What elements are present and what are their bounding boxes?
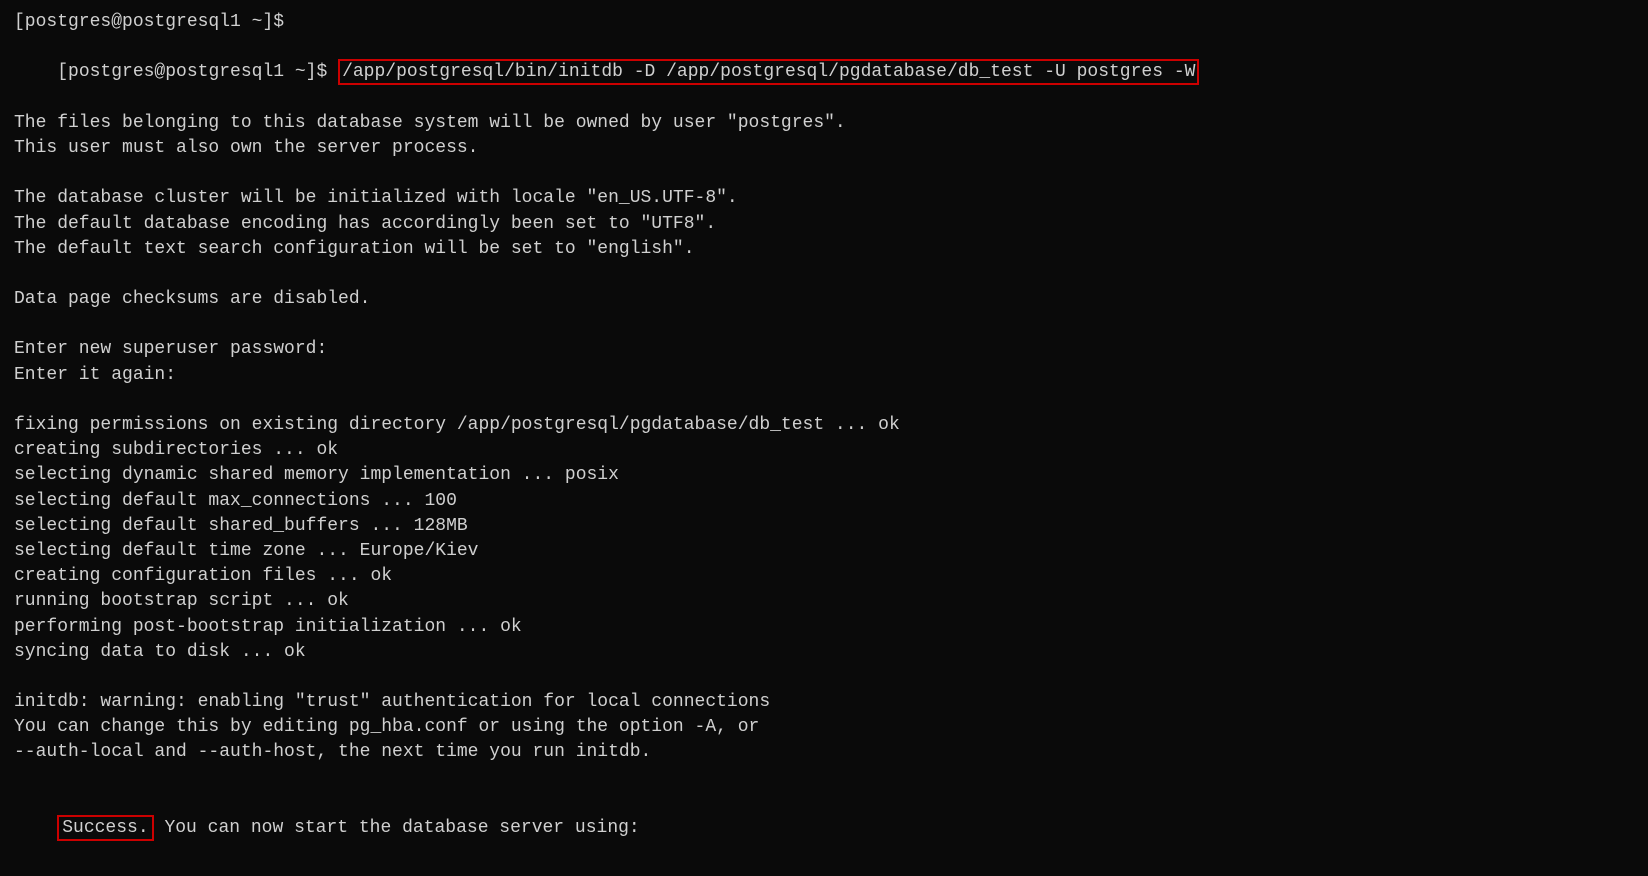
terminal-line-8: The default text search configuration wi…: [14, 237, 1634, 262]
terminal-line-26: initdb: warning: enabling "trust" authen…: [14, 690, 1634, 715]
terminal: [postgres@postgresql1 ~]$ [postgres@post…: [14, 10, 1634, 866]
success-badge: Success.: [57, 815, 153, 841]
terminal-line-3: The files belonging to this database sys…: [14, 111, 1634, 136]
terminal-line-11: [14, 312, 1634, 337]
terminal-line-22: running bootstrap script ... ok: [14, 589, 1634, 614]
terminal-line-27: You can change this by editing pg_hba.co…: [14, 715, 1634, 740]
terminal-line-18: selecting default max_connections ... 10…: [14, 489, 1634, 514]
success-rest: You can now start the database server us…: [154, 818, 640, 838]
terminal-line-9: [14, 262, 1634, 287]
terminal-line-23: performing post-bootstrap initialization…: [14, 615, 1634, 640]
terminal-line-24: syncing data to disk ... ok: [14, 640, 1634, 665]
terminal-line-5: [14, 161, 1634, 186]
terminal-line-10: Data page checksums are disabled.: [14, 287, 1634, 312]
terminal-line-30: Success. You can now start the database …: [14, 791, 1634, 867]
terminal-line-28: --auth-local and --auth-host, the next t…: [14, 740, 1634, 765]
terminal-line-7: The default database encoding has accord…: [14, 212, 1634, 237]
terminal-line-17: selecting dynamic shared memory implemen…: [14, 463, 1634, 488]
terminal-line-6: The database cluster will be initialized…: [14, 186, 1634, 211]
terminal-line-4: This user must also own the server proce…: [14, 136, 1634, 161]
terminal-line-21: creating configuration files ... ok: [14, 564, 1634, 589]
terminal-line-25: [14, 665, 1634, 690]
terminal-line-15: fixing permissions on existing directory…: [14, 413, 1634, 438]
terminal-line-19: selecting default shared_buffers ... 128…: [14, 514, 1634, 539]
command-highlighted: /app/postgresql/bin/initdb -D /app/postg…: [338, 59, 1199, 85]
terminal-line-29: [14, 766, 1634, 791]
terminal-line-2: [postgres@postgresql1 ~]$ /app/postgresq…: [14, 35, 1634, 111]
terminal-line-1: [postgres@postgresql1 ~]$: [14, 10, 1634, 35]
prompt: [postgres@postgresql1 ~]$: [57, 62, 338, 82]
terminal-line-13: Enter it again:: [14, 363, 1634, 388]
terminal-line-12: Enter new superuser password:: [14, 337, 1634, 362]
terminal-line-20: selecting default time zone ... Europe/K…: [14, 539, 1634, 564]
terminal-line-14: [14, 388, 1634, 413]
terminal-line-16: creating subdirectories ... ok: [14, 438, 1634, 463]
